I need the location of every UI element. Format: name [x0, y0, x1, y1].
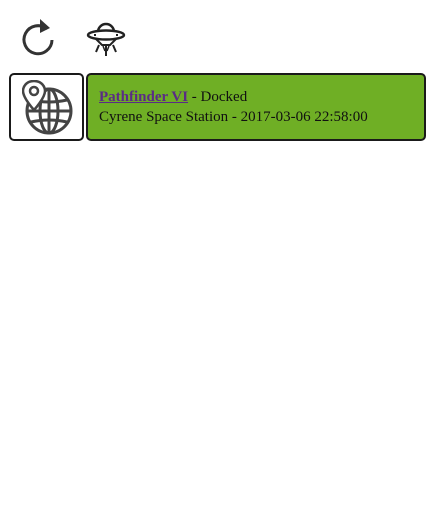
status-timestamp: 2017-03-06 22:58:00 [240, 109, 368, 125]
ship-location: Cyrene Space Station [99, 109, 229, 125]
refresh-button[interactable] [18, 16, 60, 60]
map-button[interactable] [9, 73, 84, 141]
ship-location-line: Cyrene Space Station - 2017-03-06 22:58:… [99, 109, 368, 126]
location-separator: - [228, 109, 241, 125]
spaceship-button[interactable] [84, 18, 128, 60]
status-separator: - [188, 89, 201, 105]
toolbar [0, 0, 430, 70]
refresh-icon [22, 19, 54, 56]
globe-location-icon [22, 80, 73, 135]
ship-name-link[interactable]: Pathfinder VI [99, 89, 188, 105]
spaceship-icon [86, 22, 126, 56]
ship-status-card: Pathfinder VI - Docked Cyrene Space Stat… [86, 73, 426, 141]
ship-state: Docked [200, 89, 248, 105]
ship-status-line: Pathfinder VI - Docked [99, 89, 247, 106]
